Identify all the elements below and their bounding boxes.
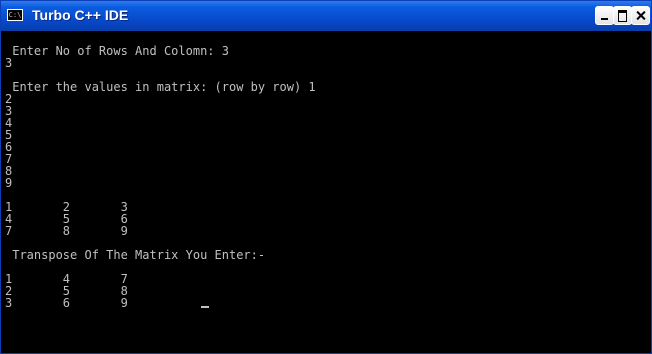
console-window: C:\ Turbo C++ IDE Enter No of Rows And C…	[0, 0, 652, 354]
console-line: 3	[5, 56, 13, 70]
text-cursor	[201, 306, 209, 308]
maximize-button[interactable]	[613, 6, 632, 25]
console-icon[interactable]: C:\	[7, 9, 23, 21]
console-line: 3 6 9	[5, 296, 128, 310]
console-line: Enter No of Rows And Colomn: 3	[5, 44, 229, 58]
minimize-button[interactable]	[595, 6, 614, 25]
close-button[interactable]	[631, 6, 650, 25]
console-line: 7 8 9	[5, 224, 128, 238]
console-output[interactable]: Enter No of Rows And Colomn: 3 3 Enter t…	[5, 35, 645, 353]
console-line: 9	[5, 176, 13, 190]
console-line: Transpose Of The Matrix You Enter:-	[5, 248, 266, 262]
title-bar[interactable]: C:\ Turbo C++ IDE	[1, 1, 651, 31]
window-title: Turbo C++ IDE	[32, 7, 129, 23]
console-line: Enter the values in matrix: (row by row)…	[5, 80, 316, 94]
